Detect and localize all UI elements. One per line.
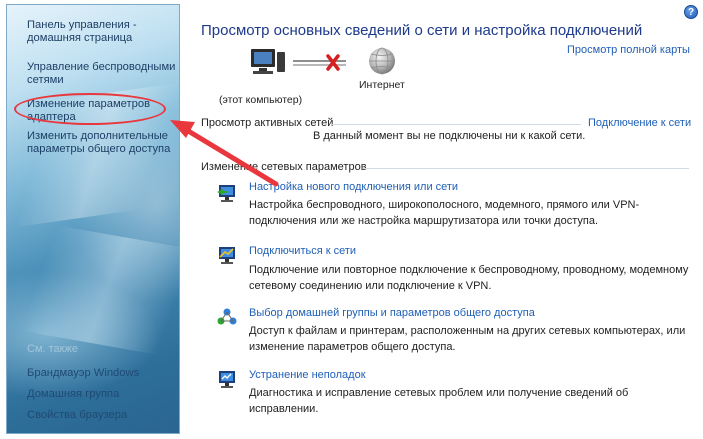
- sidebar-item-advanced-sharing[interactable]: Изменить дополнительные параметры общего…: [27, 130, 177, 156]
- divider: [331, 124, 581, 125]
- sidebar-item-homegroup[interactable]: Домашняя группа: [27, 388, 119, 400]
- homegroup-icon[interactable]: [216, 306, 238, 328]
- internet-globe-icon: [369, 47, 395, 75]
- this-computer-label: (этот компьютер): [219, 94, 303, 106]
- troubleshoot-link[interactable]: Устранение неполадок: [249, 369, 366, 381]
- page-title: Просмотр основных сведений о сети и наст…: [201, 22, 643, 39]
- connect-to-network-task-link[interactable]: Подключиться к сети: [249, 245, 356, 257]
- homegroup-sharing-desc: Доступ к файлам и принтерам, расположенн…: [249, 325, 686, 353]
- highlight-ellipse: [14, 93, 166, 125]
- sidebar-item-manage-wireless[interactable]: Управление беспроводными сетями: [27, 61, 177, 87]
- troubleshoot-desc: Диагностика и исправление сетевых пробле…: [249, 387, 629, 415]
- divider: [363, 168, 689, 169]
- connection-status-text: В данный момент вы не подключены ни к ка…: [313, 130, 586, 142]
- see-also-heading: См. также: [27, 343, 78, 355]
- red-x-icon: [326, 54, 340, 71]
- homegroup-sharing-link[interactable]: Выбор домашней группы и параметров общег…: [249, 307, 535, 319]
- sidebar-item-browser-properties[interactable]: Свойства браузера: [27, 409, 127, 421]
- troubleshoot-icon[interactable]: [216, 368, 238, 390]
- view-full-map-link[interactable]: Просмотр полной карты: [567, 44, 690, 56]
- new-connection-icon[interactable]: [216, 182, 238, 204]
- change-settings-heading: Изменение сетевых параметров: [201, 161, 367, 173]
- connect-network-icon[interactable]: [216, 244, 238, 266]
- sidebar-item-control-panel-home[interactable]: Панель управления - домашняя страница: [27, 19, 177, 45]
- connect-to-network-desc: Подключение или повторное подключение к …: [249, 264, 689, 292]
- computer-icon: [251, 49, 285, 74]
- connect-to-network-link[interactable]: Подключение к сети: [588, 117, 691, 129]
- internet-label[interactable]: Интернет: [359, 79, 405, 91]
- connection-line: [293, 60, 346, 66]
- sidebar-item-windows-firewall[interactable]: Брандмауэр Windows: [27, 367, 139, 379]
- sidebar: Панель управления - домашняя страница Уп…: [6, 4, 180, 434]
- setup-new-connection-desc: Настройка беспроводного, широкополосного…: [249, 199, 640, 227]
- help-icon[interactable]: ?: [684, 5, 698, 19]
- active-networks-heading: Просмотр активных сетей: [201, 117, 334, 129]
- setup-new-connection-link[interactable]: Настройка нового подключения или сети: [249, 181, 458, 193]
